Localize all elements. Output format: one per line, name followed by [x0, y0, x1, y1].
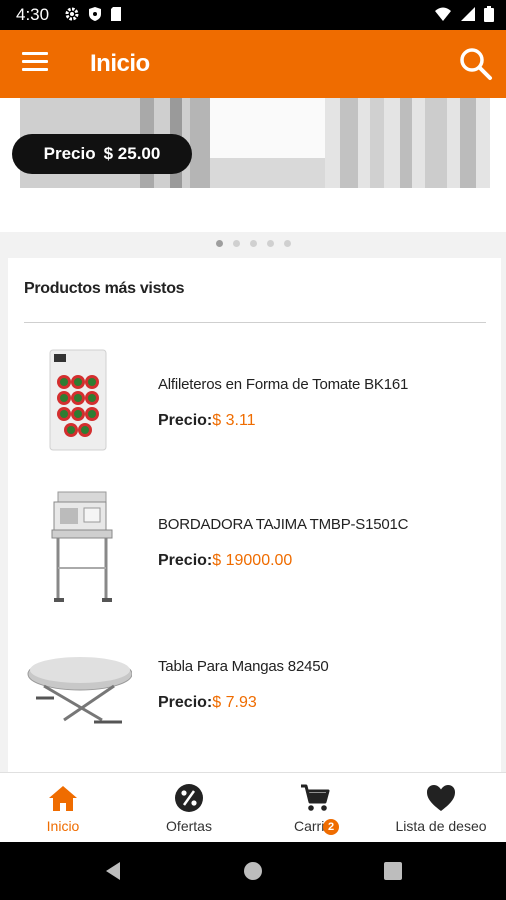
nav-item-inicio[interactable]: Inicio	[0, 773, 126, 843]
carousel-dot[interactable]	[232, 240, 240, 247]
product-item[interactable]: BORDADORA TAJIMA TMBP-S1501C Precio: $ 1…	[8, 488, 501, 618]
cart-icon	[301, 784, 330, 811]
menu-icon	[22, 52, 48, 55]
section-title: Productos más vistos	[24, 280, 185, 297]
status-icons-left	[64, 6, 122, 24]
banner-price-label: Precio	[43, 144, 96, 163]
recents-icon[interactable]	[382, 860, 404, 882]
nav-label: Ofertas	[166, 818, 212, 834]
product-name: BORDADORA TAJIMA TMBP-S1501C	[158, 516, 409, 533]
product-price: Precio: $ 7.93	[158, 694, 257, 712]
heart-icon	[427, 785, 455, 811]
system-navigation-bar	[0, 842, 506, 900]
product-price: Precio: $ 3.11	[158, 412, 256, 430]
wifi-icon	[435, 7, 451, 21]
product-image	[51, 491, 113, 602]
product-item[interactable]: Alfileteros en Forma de Tomate BK161 Pre…	[8, 348, 501, 478]
divider	[24, 322, 486, 323]
search-icon	[460, 48, 492, 80]
percent-icon	[175, 784, 203, 812]
gear-icon	[65, 7, 79, 21]
price-value: $ 7.93	[212, 694, 257, 711]
carousel-dot[interactable]	[283, 240, 291, 247]
price-label: Precio:	[158, 412, 213, 429]
nav-item-carrito[interactable]: Carrito 2	[252, 773, 378, 843]
product-image	[49, 349, 107, 451]
menu-button[interactable]	[22, 52, 48, 74]
price-label: Precio:	[158, 694, 213, 711]
back-icon[interactable]	[102, 860, 124, 882]
price-label: Precio:	[158, 552, 213, 569]
nav-item-lista-de-deseo[interactable]: Lista de deseo	[378, 773, 504, 843]
carousel-indicator	[0, 240, 506, 254]
app-bar: Inicio	[0, 30, 506, 98]
status-bar: 4:30	[0, 0, 506, 30]
price-value: $ 19000.00	[212, 552, 293, 569]
product-price: Precio: $ 19000.00	[158, 552, 292, 570]
most-viewed-section: Productos más vistos Alfileteros en Form…	[8, 258, 501, 788]
cart-count-badge: 2	[323, 819, 339, 835]
product-name: Tabla Para Mangas 82450	[158, 658, 329, 675]
promo-banner[interactable]: Precio $ 25.00	[0, 98, 506, 232]
product-item[interactable]: Tabla Para Mangas 82450 Precio: $ 7.93	[8, 630, 501, 760]
home-icon	[49, 786, 77, 811]
nav-label: Lista de deseo	[395, 818, 487, 834]
signal-icon	[461, 7, 475, 21]
nav-label: Carrito	[293, 818, 336, 834]
product-name: Alfileteros en Forma de Tomate BK161	[158, 376, 409, 393]
status-time: 4:30	[16, 5, 50, 24]
nav-item-ofertas[interactable]: Ofertas	[126, 773, 252, 843]
page-title: Inicio	[90, 50, 150, 77]
battery-icon	[484, 6, 494, 22]
banner-price-pill: Precio $ 25.00	[12, 134, 192, 174]
carousel-dot[interactable]	[249, 240, 257, 247]
shield-icon	[89, 7, 101, 21]
price-value: $ 3.11	[212, 412, 256, 429]
banner-price-value: $ 25.00	[103, 144, 161, 163]
carousel-dot[interactable]	[215, 240, 223, 247]
home-circle-icon[interactable]	[242, 860, 264, 882]
search-button[interactable]	[458, 46, 494, 82]
carousel-dot[interactable]	[266, 240, 274, 247]
nav-label: Inicio	[46, 818, 80, 834]
status-icons-right	[434, 6, 494, 24]
product-image	[27, 657, 132, 724]
sd-card-icon	[111, 7, 121, 21]
bottom-navigation: Inicio Ofertas Carrito 2 Lista de deseo	[0, 772, 506, 843]
